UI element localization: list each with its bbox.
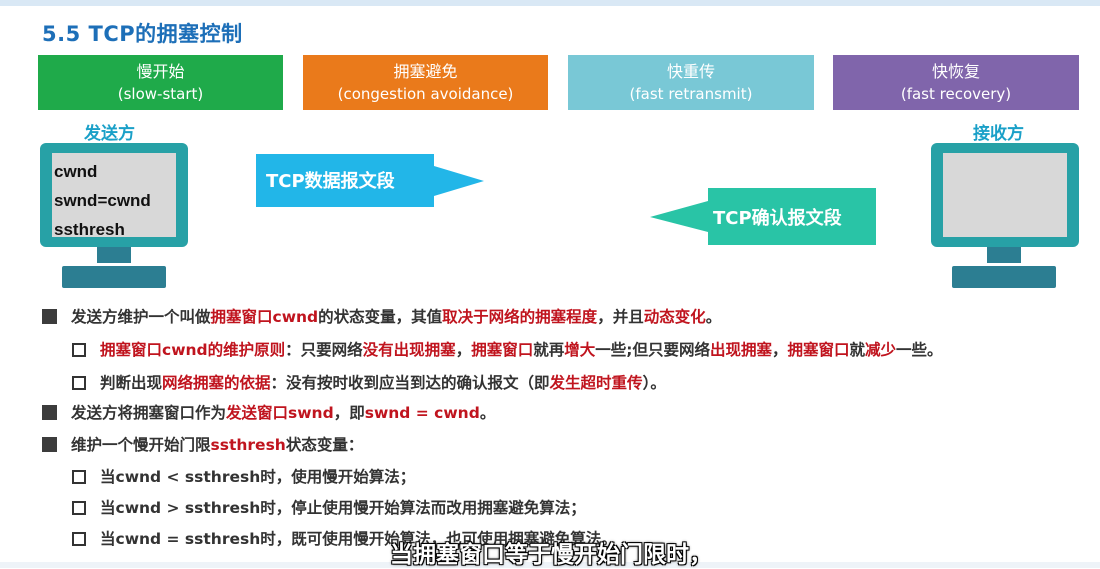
open-square-bullet-icon <box>72 501 86 515</box>
phase-fast-recovery: 快恢复 (fast recovery) <box>833 55 1079 110</box>
phase-cn: 拥塞避免 <box>393 62 458 81</box>
receiver-monitor-neck <box>987 247 1021 263</box>
receiver-monitor-icon <box>931 143 1079 247</box>
filled-square-bullet-icon <box>42 405 57 420</box>
receiver-label: 接收方 <box>973 124 1024 144</box>
phase-en: (fast retransmit) <box>629 85 753 103</box>
slide-title: 5.5 TCP的拥塞控制 <box>42 22 243 46</box>
bullet-ssthresh: 维护一个慢开始门限ssthresh状态变量： <box>42 433 363 455</box>
sender-screen: cwnd swnd=cwnd ssthresh <box>52 153 176 239</box>
phase-cn: 慢开始 <box>136 62 185 81</box>
open-square-bullet-icon <box>72 532 86 546</box>
condition-greater-than: 当cwnd > ssthresh时，停止使用慢开始算法而改用拥塞避免算法； <box>72 496 586 518</box>
var-swnd: swnd=cwnd <box>54 191 151 210</box>
data-segment-label: TCP数据报文段 <box>266 171 395 192</box>
bullet-cwnd-definition: 发送方维护一个叫做拥塞窗口cwnd的状态变量，其值取决于网络的拥塞程度，并且动态… <box>42 305 721 327</box>
ack-segment-label: TCP确认报文段 <box>713 208 842 229</box>
phase-congestion-avoidance: 拥塞避免 (congestion avoidance) <box>303 55 548 110</box>
phase-cn: 快恢复 <box>931 62 980 81</box>
sender-monitor-base <box>62 266 166 288</box>
sub-bullet-congestion-criterion: 判断出现网络拥塞的依据：没有按时收到应当到达的确认报文（即发生超时重传）。 <box>72 371 666 393</box>
phase-en: (congestion avoidance) <box>337 85 514 103</box>
top-bar <box>0 0 1100 6</box>
phase-en: (fast recovery) <box>900 85 1012 103</box>
phase-fast-retransmit: 快重传 (fast retransmit) <box>568 55 814 110</box>
phase-cn: 快重传 <box>666 62 715 81</box>
filled-square-bullet-icon <box>42 309 57 324</box>
open-square-bullet-icon <box>72 343 86 357</box>
bullet-send-window: 发送方将拥塞窗口作为发送窗口swnd，即swnd = cwnd。 <box>42 401 495 423</box>
sender-monitor-neck <box>97 247 131 263</box>
var-ssthresh: ssthresh <box>54 220 125 239</box>
sender-monitor-icon: cwnd swnd=cwnd ssthresh <box>40 143 188 247</box>
filled-square-bullet-icon <box>42 437 57 452</box>
sender-variables: cwnd swnd=cwnd ssthresh <box>54 157 151 244</box>
phase-slow-start: 慢开始 (slow-start) <box>38 55 283 110</box>
sender-label: 发送方 <box>84 124 135 144</box>
receiver-screen <box>943 153 1067 237</box>
phase-en: (slow-start) <box>117 85 204 103</box>
sub-bullet-maintenance-principle: 拥塞窗口cwnd的维护原则：只要网络没有出现拥塞，拥塞窗口就再增大一些;但只要网… <box>72 338 943 360</box>
var-cwnd: cwnd <box>54 162 98 181</box>
receiver-monitor-base <box>952 266 1056 288</box>
open-square-bullet-icon <box>72 470 86 484</box>
condition-less-than: 当cwnd < ssthresh时，使用慢开始算法； <box>72 465 415 487</box>
open-square-bullet-icon <box>72 376 86 390</box>
video-subtitle: 当拥塞窗口等于慢开始门限时， <box>390 542 712 568</box>
